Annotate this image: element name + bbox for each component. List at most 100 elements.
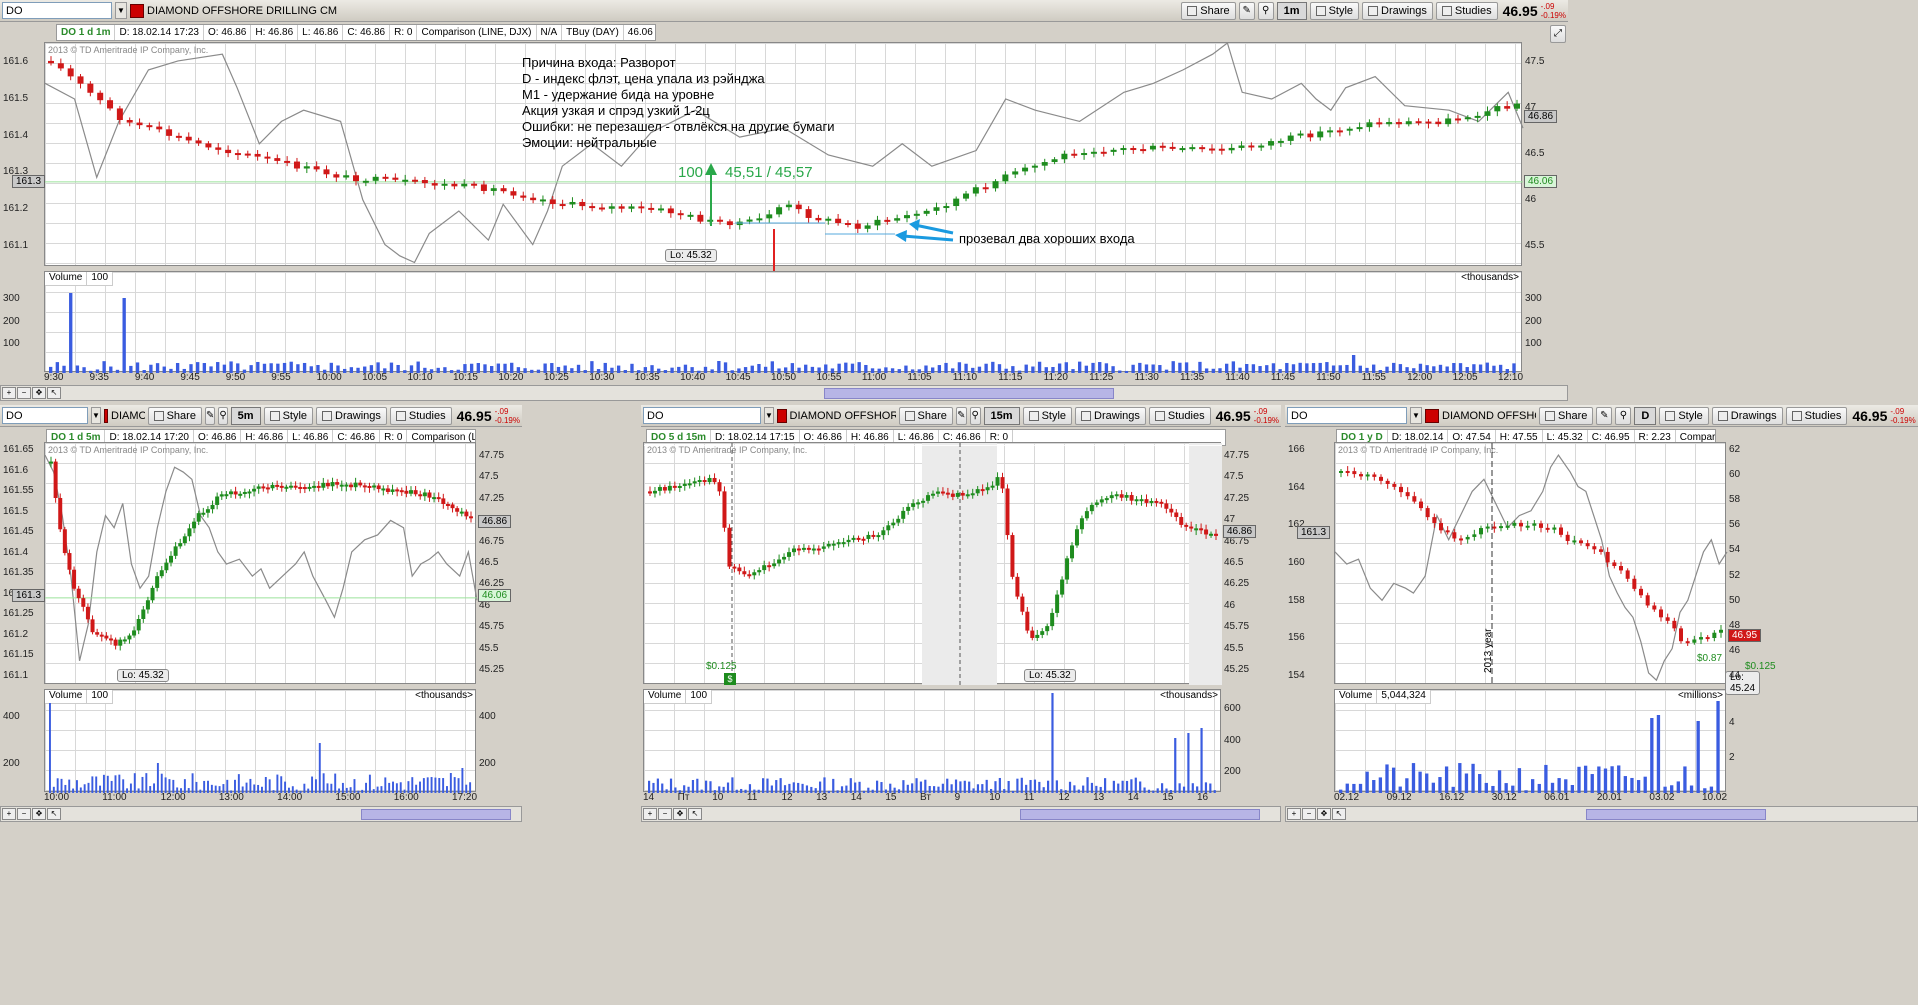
time-scrollbar[interactable]: + − ✥ ↖: [0, 806, 522, 822]
dividend-label: $0.125: [706, 661, 737, 672]
zoom-out-icon[interactable]: −: [658, 808, 672, 820]
alert-flag-icon[interactable]: [103, 408, 109, 423]
volume-area[interactable]: Volume 100 <thousands>: [643, 689, 1221, 793]
zoom-in-icon[interactable]: +: [2, 808, 16, 820]
pan-icon[interactable]: ✥: [32, 387, 46, 399]
annotation-line: Эмоции: нейтральные: [522, 135, 657, 150]
aggregation-button[interactable]: 1m: [1276, 1, 1307, 20]
aggregation-button[interactable]: D: [1634, 406, 1657, 425]
time-scrollbar[interactable]: + − ✥ ↖: [1285, 806, 1918, 822]
tools-icon[interactable]: ✎: [1596, 406, 1613, 425]
drawings-button[interactable]: Drawings: [1362, 1, 1433, 20]
link-icon[interactable]: ⚲: [1257, 1, 1274, 20]
zoom-out-icon[interactable]: −: [17, 387, 31, 399]
symbol-input[interactable]: [2, 2, 112, 19]
aggregation-button[interactable]: 15m: [983, 406, 1020, 425]
studies-button[interactable]: Studies: [1148, 406, 1211, 425]
symbol-dropdown-icon[interactable]: ▼: [764, 407, 774, 424]
alert-flag-icon[interactable]: [1425, 408, 1439, 423]
share-button[interactable]: Share: [1181, 1, 1236, 20]
time-scrollbar[interactable]: + − ✥ ↖: [641, 806, 1281, 822]
candle: [192, 521, 197, 529]
style-button[interactable]: Style: [263, 406, 314, 425]
pan-icon[interactable]: ✥: [673, 808, 687, 820]
volume-area[interactable]: Volume 5,044,324 <millions>: [1334, 689, 1726, 793]
zoom-out-icon[interactable]: −: [17, 808, 31, 820]
tools-icon[interactable]: ✎: [204, 406, 216, 425]
expand-icon[interactable]: ⤢: [1550, 25, 1566, 43]
zoom-in-icon[interactable]: +: [643, 808, 657, 820]
studies-icon: [1441, 5, 1452, 16]
scroll-thumb[interactable]: [361, 809, 511, 820]
company-name: DIAMOND OFFSHORE DRILLING CM: [111, 409, 145, 422]
pan-icon[interactable]: ✥: [32, 808, 46, 820]
cursor-icon[interactable]: ↖: [1332, 808, 1346, 820]
axis-tick: 45.75: [1224, 621, 1250, 633]
cursor-icon[interactable]: ↖: [47, 808, 61, 820]
drawings-button[interactable]: Drawings: [1075, 406, 1146, 425]
tools-icon[interactable]: ✎: [1238, 1, 1255, 20]
dividend-icon[interactable]: $: [724, 673, 736, 685]
price-chart-area[interactable]: 2013 © TD Ameritrade IP Company, Inc. 20…: [1334, 442, 1776, 695]
share-button[interactable]: Share: [147, 406, 202, 425]
share-label: Share: [1558, 409, 1588, 422]
cursor-icon[interactable]: ↖: [47, 387, 61, 399]
candle: [1619, 566, 1623, 571]
link-icon[interactable]: ⚲: [969, 406, 981, 425]
volume-area[interactable]: Volume 100 <thousands>: [44, 689, 476, 793]
candle: [1184, 524, 1189, 527]
candle: [579, 201, 586, 207]
time-tick: 9:30: [44, 372, 64, 383]
comparison-line: [1334, 454, 1728, 682]
axis-tick: 400: [1224, 734, 1241, 746]
candle: [672, 485, 677, 488]
symbol-dropdown-icon[interactable]: ▼: [91, 407, 101, 424]
aggregation-button[interactable]: 5m: [230, 406, 261, 425]
share-button[interactable]: Share: [898, 406, 953, 425]
price-chart-area[interactable]: 2013 © TD Ameritrade IP Company, Inc. Lo…: [44, 442, 478, 684]
tools-icon[interactable]: ✎: [955, 406, 967, 425]
volume-bar: [1200, 728, 1203, 793]
scroll-thumb[interactable]: [1020, 809, 1260, 820]
link-icon[interactable]: ⚲: [218, 406, 228, 425]
alert-flag-icon[interactable]: [130, 3, 144, 18]
zoom-in-icon[interactable]: +: [2, 387, 16, 399]
volume-area[interactable]: Volume 100 <thousands>: [44, 271, 1522, 373]
style-button[interactable]: Style: [1022, 406, 1073, 425]
symbol-input[interactable]: [2, 407, 88, 424]
zoom-in-icon[interactable]: +: [1287, 808, 1301, 820]
share-button[interactable]: Share: [1539, 406, 1594, 425]
candle: [421, 180, 428, 184]
symbol-input[interactable]: [1287, 407, 1407, 424]
symbol-dropdown-icon[interactable]: ▼: [115, 2, 127, 19]
candle: [1119, 494, 1124, 498]
candle: [390, 489, 395, 492]
drawings-button[interactable]: Drawings: [316, 406, 387, 425]
zoom-out-icon[interactable]: −: [1302, 808, 1316, 820]
volume-bar: [1478, 774, 1482, 793]
scroll-thumb[interactable]: [824, 388, 1114, 399]
candle: [1258, 145, 1265, 148]
price-chart-area[interactable]: 2013 © TD Ameritrade IP Company, Inc. Пр…: [44, 41, 1524, 287]
volume-bar: [368, 774, 371, 793]
symbol-dropdown-icon[interactable]: ▼: [1410, 407, 1422, 424]
price-chart-area[interactable]: 2013 © TD Ameritrade IP Company, Inc. $0…: [643, 442, 1222, 685]
time-tick: 12: [1058, 792, 1070, 803]
time-scrollbar[interactable]: + − ✥ ↖: [0, 385, 1568, 401]
link-icon[interactable]: ⚲: [1615, 406, 1632, 425]
style-button[interactable]: Style: [1309, 1, 1360, 20]
studies-button[interactable]: Studies: [1435, 1, 1498, 20]
time-tick: 13:00: [218, 792, 244, 803]
style-button[interactable]: Style: [1659, 406, 1709, 425]
cursor-icon[interactable]: ↖: [688, 808, 702, 820]
scroll-thumb[interactable]: [1586, 809, 1766, 820]
axis-tick: 54: [1729, 544, 1741, 556]
symbol-input[interactable]: [643, 407, 761, 424]
alert-flag-icon[interactable]: [776, 408, 787, 423]
right-price-axis: 62 60 58 56 54 52 50 48 46 44: [1726, 442, 1772, 684]
studies-button[interactable]: Studies: [389, 406, 452, 425]
candle: [990, 485, 995, 488]
drawings-button[interactable]: Drawings: [1711, 406, 1783, 425]
pan-icon[interactable]: ✥: [1317, 808, 1331, 820]
studies-button[interactable]: Studies: [1785, 406, 1848, 425]
